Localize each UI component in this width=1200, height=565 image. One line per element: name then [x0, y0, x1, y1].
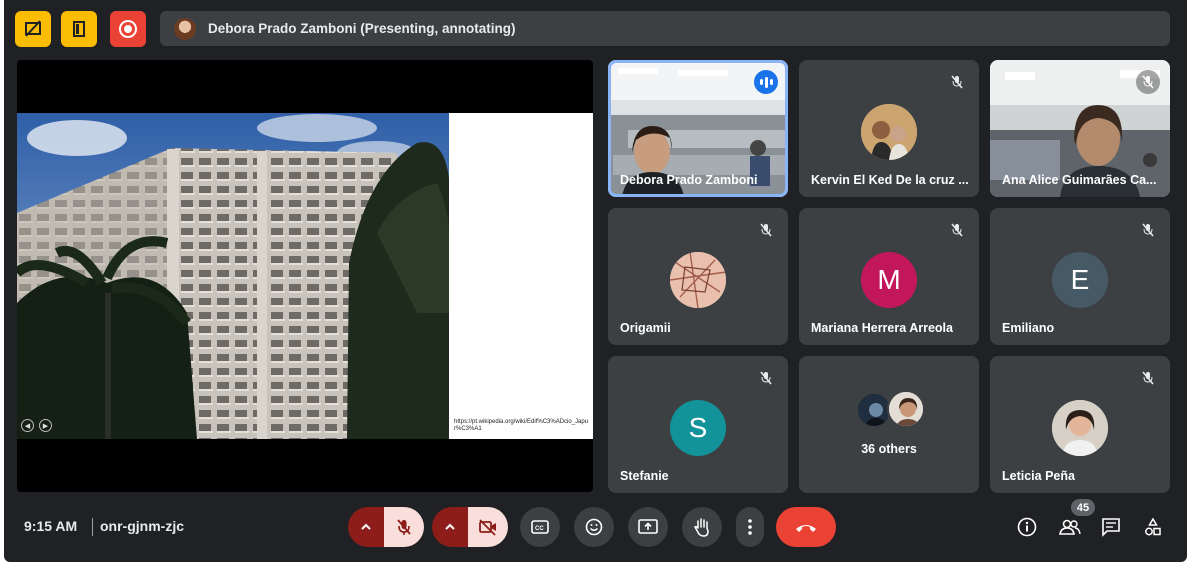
meeting-details-button[interactable]	[1014, 514, 1040, 540]
captions-icon: CC	[531, 520, 549, 534]
raise-hand-button[interactable]	[682, 507, 722, 547]
slide: ◀ ▶ https://pt.wikipedia.org/wiki/Edif%C…	[17, 113, 593, 439]
participant-name: Mariana Herrera Arreola	[811, 321, 953, 335]
presenter-label: Debora Prado Zamboni (Presenting, annota…	[208, 21, 516, 36]
divider	[92, 518, 93, 536]
camera-off-icon	[479, 519, 496, 536]
meeting-details-icon	[1017, 517, 1037, 537]
hide-annotations-button[interactable]	[15, 11, 51, 47]
more-options-button[interactable]	[736, 507, 764, 547]
prev-slide-icon[interactable]: ◀	[21, 419, 34, 432]
raise-hand-icon	[694, 518, 709, 537]
recording-button[interactable]	[110, 11, 146, 47]
record-icon	[119, 20, 137, 38]
participant-avatar	[1052, 400, 1108, 456]
mic-off-icon	[754, 366, 778, 390]
camera-toggle-button[interactable]	[468, 507, 508, 547]
emoji-reaction-button[interactable]	[574, 507, 614, 547]
mic-off-icon	[1136, 218, 1160, 242]
mic-options-caret-icon	[361, 523, 371, 530]
activities-icon	[1145, 517, 1161, 536]
participant-tile[interactable]: Kervin El Ked De la cruz ...	[799, 60, 979, 197]
mic-off-icon	[945, 218, 969, 242]
activities-button[interactable]	[1140, 514, 1166, 540]
participant-avatar: S	[670, 400, 726, 456]
building-photo: ◀ ▶	[17, 113, 449, 439]
camera-options-caret-icon	[445, 523, 455, 530]
presentation-stage[interactable]: ◀ ▶ https://pt.wikipedia.org/wiki/Edif%C…	[17, 60, 593, 492]
participant-tile[interactable]: Debora Prado Zamboni	[608, 60, 788, 197]
present-screen-icon	[638, 519, 658, 534]
captions-button[interactable]: CC	[520, 507, 560, 547]
mic-off-icon	[754, 218, 778, 242]
others-label: 36 others	[861, 442, 917, 456]
end-call-button[interactable]	[776, 507, 836, 547]
participant-avatar: E	[1052, 252, 1108, 308]
others-tile[interactable]: 36 others	[799, 356, 979, 493]
speaking-indicator-icon	[754, 70, 778, 94]
mic-toggle-button[interactable]	[384, 507, 424, 547]
participant-avatar	[861, 104, 917, 160]
mic-off-icon	[945, 70, 969, 94]
participant-name: Ana Alice Guimarães Ca...	[1002, 173, 1157, 187]
meet-window: Debora Prado Zamboni (Presenting, annota…	[4, 0, 1187, 562]
mic-off-icon	[1136, 70, 1160, 94]
next-slide-icon[interactable]: ▶	[39, 419, 52, 432]
emoji-reaction-icon	[585, 518, 603, 536]
chat-button[interactable]	[1098, 514, 1124, 540]
slide-controls: ◀ ▶	[21, 419, 52, 432]
meeting-time: 9:15 AM	[24, 518, 78, 534]
hide-annotations-icon	[25, 20, 41, 37]
participant-avatar: M	[861, 252, 917, 308]
participant-name: Debora Prado Zamboni	[620, 173, 758, 187]
slide-caption: https://pt.wikipedia.org/wiki/Edif%C3%AD…	[454, 419, 589, 432]
people-button[interactable]	[1057, 514, 1083, 540]
participant-name: Emiliano	[1002, 321, 1055, 335]
participant-name: Kervin El Ked De la cruz ...	[811, 173, 969, 187]
svg-text:CC: CC	[535, 526, 544, 532]
participant-name: Stefanie	[620, 469, 669, 483]
participant-tile[interactable]: S Stefanie	[608, 356, 788, 493]
others-avatar	[887, 390, 925, 428]
mic-options-button[interactable]	[348, 507, 384, 547]
participant-tile[interactable]: Ana Alice Guimarães Ca...	[990, 60, 1170, 197]
participant-name: Origamii	[620, 321, 671, 335]
exit-door-icon	[73, 21, 85, 37]
mic-off-icon	[1136, 366, 1160, 390]
chat-icon	[1102, 518, 1120, 537]
presenter-bar: Debora Prado Zamboni (Presenting, annota…	[160, 11, 1170, 46]
present-screen-button[interactable]	[628, 507, 668, 547]
more-options-icon	[748, 519, 752, 535]
people-icon	[1059, 519, 1081, 535]
participant-tile[interactable]: E Emiliano	[990, 208, 1170, 345]
mic-off-icon	[397, 519, 411, 535]
participant-tile[interactable]: M Mariana Herrera Arreola	[799, 208, 979, 345]
presenter-avatar	[174, 17, 196, 40]
participant-tile[interactable]: Origamii	[608, 208, 788, 345]
meeting-code: onr-gjnm-zjc	[100, 518, 184, 534]
participant-avatar	[670, 252, 726, 308]
participant-name: Leticia Peña	[1002, 469, 1075, 483]
leave-presentation-button[interactable]	[61, 11, 97, 47]
camera-options-button[interactable]	[432, 507, 468, 547]
participant-tile[interactable]: Leticia Peña	[990, 356, 1170, 493]
end-call-icon	[796, 525, 816, 532]
